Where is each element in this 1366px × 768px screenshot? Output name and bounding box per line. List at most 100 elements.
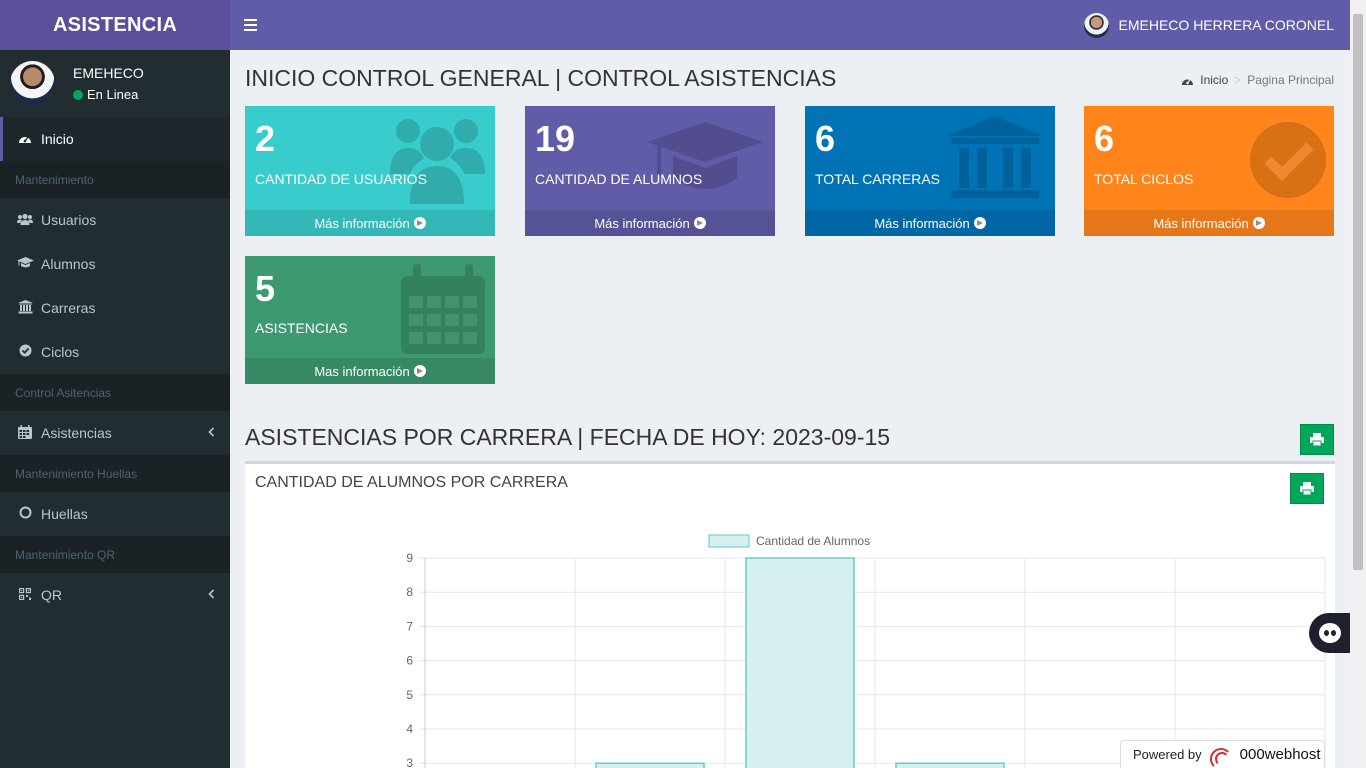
user-menu[interactable]: EMEHECO HERRERA CORONEL [1083,12,1334,38]
sidebar-section-header: Mantenimiento [0,161,230,198]
more-info-label: Más información [594,215,690,231]
stat-value: 5 [255,268,276,309]
stat-label: TOTAL CICLOS [1094,171,1194,187]
sidebar-item-carreras[interactable]: Carreras [0,286,230,330]
powered-by-badge[interactable]: Powered by 000webhost [1120,740,1325,768]
app-logo[interactable]: ASISTENCIA [0,0,230,50]
breadcrumb-current: Pagina Principal [1247,73,1334,87]
online-dot-icon [73,89,83,100]
sidebar-item-label: Asistencias [41,425,112,441]
users-icon [17,213,33,228]
chevron-left-icon [208,588,215,602]
breadcrumb-home-link[interactable]: Inicio [1200,73,1228,87]
check-circle-icon [1250,122,1326,198]
arrow-circle-right-icon [693,217,706,229]
sidebar-item-label: Huellas [41,506,88,522]
circle-icon [17,506,33,522]
sidebar-item-label: Ciclos [41,344,80,360]
chat-widget-button[interactable] [1309,613,1350,653]
sidebar-item-qr[interactable]: QR [0,573,230,617]
more-info-label: Más información [1153,215,1249,231]
sidebar-item-inicio[interactable]: Inicio [0,117,230,161]
sidebar-item-ciclos[interactable]: Ciclos [0,330,230,374]
stat-label: CANTIDAD DE USUARIOS [255,171,427,187]
page-title: INICIO CONTROL GENERAL | CONTROL ASISTEN… [245,65,837,91]
institution-icon [947,116,1043,198]
graduation-cap-icon [17,256,34,272]
chevron-left-icon [208,426,215,440]
more-info-link[interactable]: Más información [525,210,775,236]
dashboard-icon [17,132,33,147]
stat-box-ciclos: 6 TOTAL CICLOS Más información [1084,106,1334,236]
sidebar: EMEHECO En Linea Inicio Mantenimiento Usua… [0,50,230,768]
sidebar-menu: Inicio Mantenimiento Usuarios Alumnos Carrer… [0,117,230,617]
y-tick-label: 7 [406,619,413,633]
institution-icon [17,299,33,317]
print-button[interactable] [1300,424,1334,455]
y-tick-label: 8 [406,585,413,599]
stat-value: 2 [255,118,276,159]
qrcode-icon [17,587,33,603]
calendar-icon [17,424,33,442]
user-panel: EMEHECO En Linea [0,50,230,117]
avatar [1083,12,1109,38]
sidebar-item-asistencias[interactable]: Asistencias [0,411,230,455]
chart-card: CANTIDAD DE ALUMNOS POR CARRERA 3456789C… [245,461,1335,768]
more-info-link[interactable]: Mas información [245,358,495,384]
stat-value: 6 [1094,118,1115,159]
top-navbar: EMEHECO HERRERA CORONEL [230,0,1350,50]
check-circle-icon [17,344,33,360]
more-info-link[interactable]: Más información [1084,210,1334,236]
sidebar-item-alumnos[interactable]: Alumnos [0,242,230,286]
legend-swatch [708,534,750,548]
stat-box-carreras: 6 TOTAL CARRERAS Más información [805,106,1055,236]
users-icon [390,119,485,204]
webhost-brand: 000webhost [1239,746,1321,763]
legend-label: Cantidad de Alumnos [756,534,870,548]
breadcrumb: Inicio > Pagina Principal [1181,73,1334,87]
y-tick-label: 4 [406,722,413,736]
webhost-logo-icon [1209,746,1232,768]
sidebar-item-label: QR [41,587,62,603]
arrow-circle-right-icon [413,217,426,229]
sidebar-item-label: Inicio [41,131,74,147]
more-info-link[interactable]: Más información [805,210,1055,236]
sidebar-item-label: Usuarios [41,212,97,228]
print-icon [1310,433,1324,446]
sidebar-section-header: Mantenimiento Huellas [0,455,230,492]
arrow-circle-right-icon [413,365,426,377]
more-info-label: Más información [314,215,410,231]
main-content: INICIO CONTROL GENERAL | CONTROL ASISTEN… [230,50,1350,768]
more-info-label: Mas información [314,363,410,379]
chart-bar [745,557,855,768]
stat-box-asistencias: 5 ASISTENCIAS Mas información [245,256,495,384]
scrollbar-thumb[interactable] [1353,14,1363,570]
sidebar-item-huellas[interactable]: Huellas [0,492,230,536]
sidebar-item-usuarios[interactable]: Usuarios [0,198,230,242]
chart-bar [895,762,1005,768]
sidebar-toggle-icon[interactable] [244,19,258,31]
section-title: ASISTENCIAS POR CARRERA | FECHA DE HOY: … [245,424,891,450]
y-tick-label: 5 [406,688,413,702]
more-info-label: Más información [874,215,970,231]
sidebar-item-label: Carreras [41,300,96,316]
more-info-link[interactable]: Más información [245,210,495,236]
stat-box-usuarios: 2 CANTIDAD DE USUARIOS Más información [245,106,495,236]
sidebar-section-header: Control Asitencias [0,374,230,411]
stat-label: CANTIDAD DE ALUMNOS [535,171,703,187]
calendar-icon [401,264,485,354]
arrow-circle-right-icon [1252,217,1265,229]
avatar [10,61,55,106]
sidebar-item-label: Alumnos [41,256,96,272]
powered-by-label: Powered by [1133,747,1202,762]
stat-value: 19 [535,118,576,159]
y-tick-label: 9 [406,551,413,565]
page-scrollbar[interactable] [1350,0,1366,768]
sidebar-section-header: Mantenimiento QR [0,536,230,573]
chart-bar [595,762,705,768]
dashboard-icon [1182,78,1194,85]
y-tick-label: 6 [406,654,413,668]
arrow-circle-right-icon [973,217,986,229]
status-label: En Linea [87,87,139,102]
stat-label: TOTAL CARRERAS [815,171,940,187]
